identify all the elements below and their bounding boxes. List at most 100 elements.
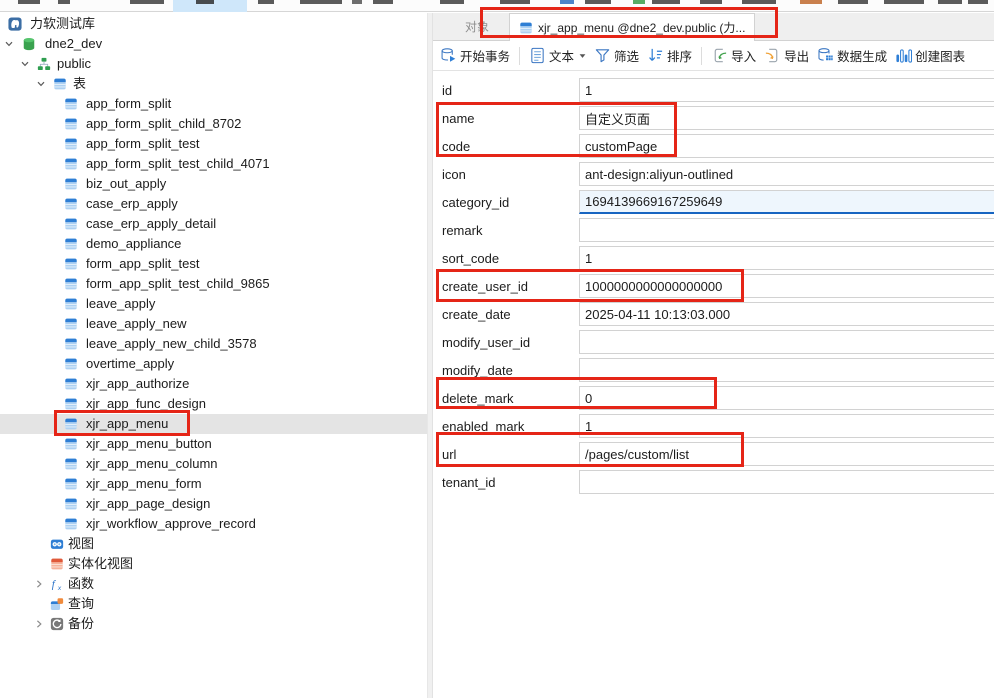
- field-input-remark[interactable]: [579, 218, 994, 242]
- field-label-url: url: [433, 447, 579, 462]
- tab-objects[interactable]: 对象: [453, 13, 501, 40]
- export-icon: [764, 47, 781, 64]
- dropdown-caret-icon[interactable]: [579, 53, 586, 59]
- tree-item-backups[interactable]: 备份: [0, 614, 427, 634]
- table-icon: [64, 177, 78, 191]
- tree-item-views[interactable]: 视图: [0, 534, 427, 554]
- field-input-sort_code[interactable]: 1: [579, 246, 994, 270]
- tree-item-label: 查询: [68, 594, 94, 614]
- field-input-category_id[interactable]: 1694139669167259649: [579, 190, 994, 214]
- form-row-id: id 1: [433, 76, 994, 104]
- tree-item-table-overtime_apply[interactable]: overtime_apply: [0, 354, 427, 374]
- tree-item-table-case_erp_apply_detail[interactable]: case_erp_apply_detail: [0, 214, 427, 234]
- query-icon: [50, 597, 64, 611]
- toolbar-button-label: 创建图表: [915, 46, 965, 65]
- field-input-create_user_id[interactable]: 1000000000000000000: [579, 274, 994, 298]
- tab-xjr-app-menu[interactable]: xjr_app_menu @dne2_dev.public (力...: [509, 13, 755, 41]
- toolbar-button-label: 导出: [784, 46, 809, 65]
- form-row-create_date: create_date2025-04-11 10:13:03.000: [433, 300, 994, 328]
- tree-item-table-leave_apply_new[interactable]: leave_apply_new: [0, 314, 427, 334]
- backup-icon: [50, 617, 64, 631]
- field-label-icon: icon: [433, 167, 579, 182]
- toolbar-button-label: 导入: [731, 46, 756, 65]
- toolbar-button-sort[interactable]: 排序: [643, 43, 696, 69]
- toolbar-button-import[interactable]: 导入: [707, 43, 760, 69]
- field-input-delete_mark[interactable]: 0: [579, 386, 994, 410]
- field-input-url[interactable]: /pages/custom/list: [579, 442, 994, 466]
- tree-item-table-app_form_split_child_8702[interactable]: app_form_split_child_8702: [0, 114, 427, 134]
- tree-item-tables-folder[interactable]: 表: [0, 74, 427, 94]
- tree-item-table-app_form_split_test_child_4071[interactable]: app_form_split_test_child_4071: [0, 154, 427, 174]
- tree-item-functions[interactable]: fx函数: [0, 574, 427, 594]
- table-record-panel: 对象 xjr_app_menu @dne2_dev.public (力... 开…: [433, 13, 994, 698]
- chevron-right-icon[interactable]: [34, 579, 44, 589]
- tree-item-schema-public[interactable]: public: [0, 54, 427, 74]
- tree-item-table-biz_out_apply[interactable]: biz_out_apply: [0, 174, 427, 194]
- tree-item-table-case_erp_apply[interactable]: case_erp_apply: [0, 194, 427, 214]
- toolbar-button-label: 数据生成: [837, 46, 887, 65]
- field-label-create_user_id: create_user_id: [433, 279, 579, 294]
- toolbar-button-export[interactable]: 导出: [760, 43, 813, 69]
- toolbar-button-data-generation[interactable]: 数据生成: [813, 43, 891, 69]
- cutoff-toolbar-fragment: [884, 0, 924, 4]
- toolbar-button-text-view[interactable]: 文本: [525, 43, 590, 69]
- tree-item-table-form_app_split_test[interactable]: form_app_split_test: [0, 254, 427, 274]
- tree-item-queries[interactable]: 查询: [0, 594, 427, 614]
- postgres-icon: [8, 17, 22, 31]
- cutoff-toolbar-fragment: [968, 0, 988, 4]
- tree-item-table-xjr_app_menu_button[interactable]: xjr_app_menu_button: [0, 434, 427, 454]
- tree-item-table-form_app_split_test_child_9865[interactable]: form_app_split_test_child_9865: [0, 274, 427, 294]
- chevron-down-icon[interactable]: [20, 59, 30, 69]
- field-label-id: id: [433, 83, 579, 98]
- tree-item-table-app_form_split[interactable]: app_form_split: [0, 94, 427, 114]
- tree-item-table-xjr_app_authorize[interactable]: xjr_app_authorize: [0, 374, 427, 394]
- toolbar-button-filter[interactable]: 筛选: [590, 43, 643, 69]
- cutoff-toolbar-fragment: [800, 0, 822, 4]
- tree-item-label: xjr_app_menu_button: [86, 434, 212, 454]
- field-label-remark: remark: [433, 223, 579, 238]
- table-icon: [64, 357, 78, 371]
- form-row-remark: remark: [433, 216, 994, 244]
- chevron-down-icon[interactable]: [4, 39, 14, 49]
- tree-item-table-leave_apply_new_child_3578[interactable]: leave_apply_new_child_3578: [0, 334, 427, 354]
- tree-item-table-xjr_app_func_design[interactable]: xjr_app_func_design: [0, 394, 427, 414]
- tree-item-connection-lirun-test-db[interactable]: 力软测试库: [0, 14, 427, 34]
- field-input-tenant_id[interactable]: [579, 470, 994, 494]
- tree-item-db-dne2_dev[interactable]: dne2_dev: [0, 34, 427, 54]
- record-toolbar: 开始事务文本筛选排序 导入 导出 数据生成 创建图表: [433, 41, 994, 71]
- tree-item-table-xjr_app_menu[interactable]: xjr_app_menu: [0, 414, 427, 434]
- field-input-code[interactable]: customPage: [579, 134, 994, 158]
- field-input-name[interactable]: 自定义页面: [579, 106, 994, 130]
- field-input-enabled_mark[interactable]: 1: [579, 414, 994, 438]
- tree-item-table-app_form_split_test[interactable]: app_form_split_test: [0, 134, 427, 154]
- begin-transaction-icon: [440, 47, 457, 64]
- field-value-id: 1: [585, 83, 592, 98]
- field-input-create_date[interactable]: 2025-04-11 10:13:03.000: [579, 302, 994, 326]
- tree-item-label: demo_appliance: [86, 234, 181, 254]
- chevron-down-icon[interactable]: [36, 79, 46, 89]
- tree-item-label: leave_apply: [86, 294, 155, 314]
- tree-item-table-demo_appliance[interactable]: demo_appliance: [0, 234, 427, 254]
- field-input-modify_user_id[interactable]: [579, 330, 994, 354]
- tree-item-table-xjr_app_menu_column[interactable]: xjr_app_menu_column: [0, 454, 427, 474]
- field-input-modify_date[interactable]: [579, 358, 994, 382]
- chevron-right-icon[interactable]: [34, 619, 44, 629]
- tree-item-label: biz_out_apply: [86, 174, 166, 194]
- tree-item-label: 力软测试库: [30, 14, 95, 34]
- tree-item-table-leave_apply[interactable]: leave_apply: [0, 294, 427, 314]
- field-value-category_id: 1694139669167259649: [585, 194, 722, 209]
- field-input-id[interactable]: 1: [579, 78, 994, 102]
- tree-item-label: 视图: [68, 534, 94, 554]
- cutoff-toolbar-fragment: [373, 0, 393, 4]
- tree-item-materialized-views[interactable]: 实体化视图: [0, 554, 427, 574]
- table-icon: [64, 197, 78, 211]
- tree-item-table-xjr_app_menu_form[interactable]: xjr_app_menu_form: [0, 474, 427, 494]
- toolbar-button-begin-transaction[interactable]: 开始事务: [436, 43, 514, 69]
- function-icon: fx: [50, 577, 64, 591]
- field-input-icon[interactable]: ant-design:aliyun-outlined: [579, 162, 994, 186]
- toolbar-separator: [519, 47, 520, 65]
- toolbar-button-create-chart[interactable]: 创建图表: [891, 43, 969, 69]
- tree-item-table-xjr_workflow_approve_record[interactable]: xjr_workflow_approve_record: [0, 514, 427, 534]
- tree-item-label: leave_apply_new_child_3578: [86, 334, 257, 354]
- tree-item-table-xjr_app_page_design[interactable]: xjr_app_page_design: [0, 494, 427, 514]
